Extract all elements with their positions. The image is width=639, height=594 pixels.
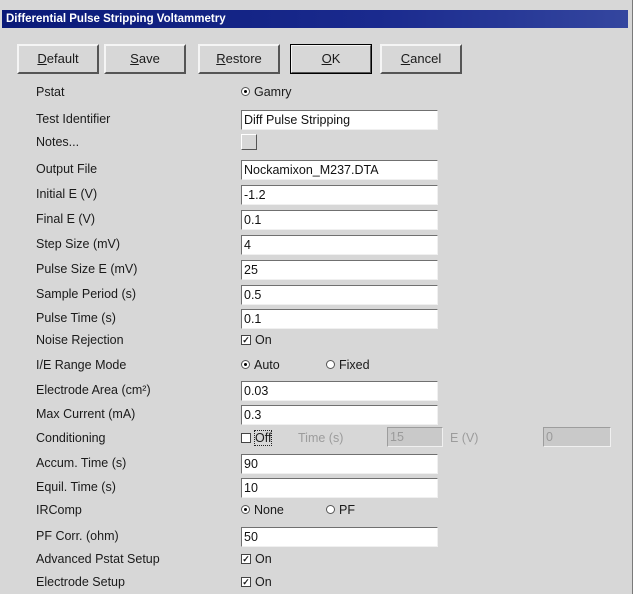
conditioning-off-label: Off [253,430,273,446]
ircomp-pf-label: PF [339,503,355,517]
pf-corr-label: PF Corr. (ohm) [36,529,119,543]
electrode-setup-checkbox[interactable]: ✓ On [241,575,272,589]
window-title: Differential Pulse Stripping Voltammetry [2,10,628,28]
ircomp-none-label: None [254,503,284,517]
max-current-label: Max Current (mA) [36,407,136,421]
step-size-label: Step Size (mV) [36,237,121,251]
noise-rejection-on-label: On [255,333,272,347]
radio-selected-icon [241,87,250,97]
electrode-setup-label: Electrode Setup [36,575,125,589]
advanced-pstat-on-label: On [255,552,272,566]
step-size-field[interactable]: 4 [241,235,438,255]
sample-period-field[interactable]: 0.5 [241,285,438,305]
cancel-button-mnemonic: C [400,51,411,66]
conditioning-e-field[interactable]: 0 [543,427,611,447]
advanced-pstat-checkbox[interactable]: ✓ On [241,552,272,566]
ie-range-fixed-radio[interactable]: Fixed [326,358,370,372]
accum-time-label: Accum. Time (s) [36,456,127,470]
default-button-mnemonic: D [37,51,47,66]
notes-label: Notes... [36,135,80,149]
cancel-button-label: ancel [410,51,442,66]
ie-range-auto-radio[interactable]: Auto [241,358,280,372]
ircomp-pf-radio[interactable]: PF [326,503,355,517]
final-e-field[interactable]: 0.1 [241,210,438,230]
restore-button-label: estore [225,51,262,66]
conditioning-time-field[interactable]: 15 [387,427,443,447]
conditioning-e-label: E (V) [450,431,479,445]
cancel-button[interactable]: Cancel [380,44,462,74]
conditioning-time-label: Time (s) [298,431,344,445]
radio-unselected-icon [326,505,335,515]
ircomp-label: IRComp [36,503,82,517]
restore-button[interactable]: Restore [198,44,280,74]
final-e-label: Final E (V) [36,212,96,226]
electrode-area-field[interactable]: 0.03 [241,381,438,401]
checkbox-checked-icon: ✓ [241,576,251,587]
pstat-gamry-label: Gamry [254,85,292,99]
initial-e-field[interactable]: -1.2 [241,185,438,205]
save-button[interactable]: Save [104,44,186,74]
conditioning-checkbox[interactable]: Off [241,430,273,446]
checkbox-unchecked-icon [241,432,251,443]
restore-button-mnemonic: R [216,51,226,66]
ircomp-none-radio[interactable]: None [241,503,284,517]
noise-rejection-label: Noise Rejection [36,333,124,347]
ie-range-mode-label: I/E Range Mode [36,358,127,372]
electrode-setup-on-label: On [255,575,272,589]
pulse-time-label: Pulse Time (s) [36,311,116,325]
sample-period-label: Sample Period (s) [36,287,137,301]
dialog-window: Differential Pulse Stripping Voltammetry… [0,0,633,594]
save-button-mnemonic: S [130,51,139,66]
output-file-label: Output File [36,162,98,176]
accum-time-field[interactable]: 90 [241,454,438,474]
pulse-time-field[interactable]: 0.1 [241,309,438,329]
advanced-pstat-label: Advanced Pstat Setup [36,552,160,566]
radio-selected-icon [241,360,250,370]
pstat-gamry-radio[interactable]: Gamry [241,85,292,99]
conditioning-label: Conditioning [36,431,106,445]
ok-button-mnemonic: O [321,51,332,66]
pulse-size-field[interactable]: 25 [241,260,438,280]
output-file-field[interactable]: Nockamixon_M237.DTA [241,160,438,180]
pf-corr-field[interactable]: 50 [241,527,438,547]
ie-range-fixed-label: Fixed [339,358,370,372]
test-identifier-label: Test Identifier [36,112,111,126]
radio-unselected-icon [326,360,335,370]
equil-time-field[interactable]: 10 [241,478,438,498]
default-button[interactable]: Default [17,44,99,74]
electrode-area-label: Electrode Area (cm²) [36,383,151,397]
test-identifier-field[interactable]: Diff Pulse Stripping [241,110,438,130]
checkbox-checked-icon: ✓ [241,334,251,345]
radio-selected-icon [241,505,250,515]
ok-button[interactable]: OK [290,44,372,74]
max-current-field[interactable]: 0.3 [241,405,438,425]
ok-button-label: K [331,51,341,66]
pulse-size-label: Pulse Size E (mV) [36,262,138,276]
noise-rejection-checkbox[interactable]: ✓ On [241,333,272,347]
checkbox-checked-icon: ✓ [241,553,251,564]
save-button-label: ave [138,51,160,66]
initial-e-label: Initial E (V) [36,187,98,201]
equil-time-label: Equil. Time (s) [36,480,116,494]
ie-range-auto-label: Auto [254,358,280,372]
default-button-label: efault [46,51,79,66]
notes-button[interactable] [241,134,257,150]
pstat-label: Pstat [36,85,65,99]
